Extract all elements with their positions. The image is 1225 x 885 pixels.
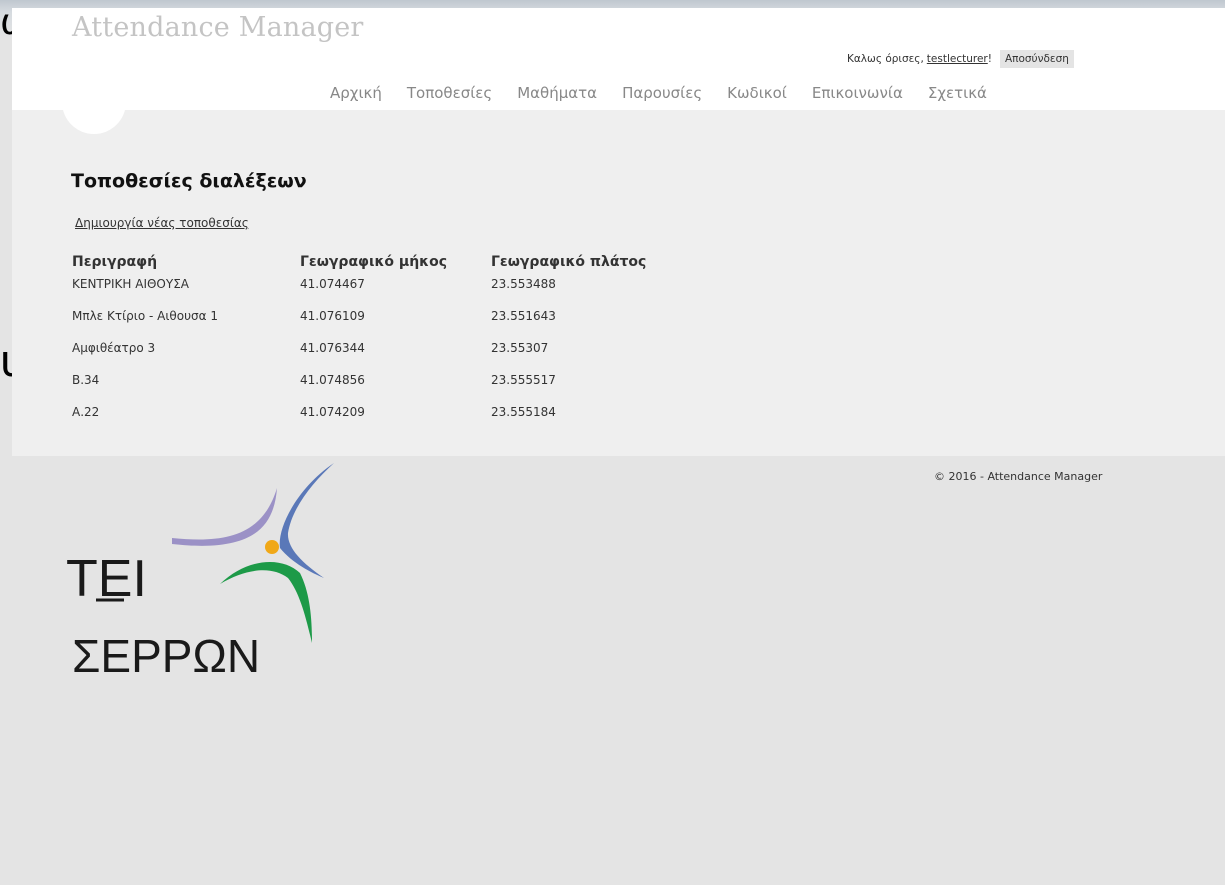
cell-longitude: 41.076109 [300,309,365,323]
logout-button[interactable]: Αποσύνδεση [999,50,1074,68]
cell-latitude: 23.55307 [491,341,549,355]
logo-text-line2: ΣΕΡΡΩΝ [72,630,260,682]
nav-codes[interactable]: Κωδικοί [727,84,787,102]
table-row: Μπλε Κτίριο - Αιθουσα 1 41.076109 23.551… [72,306,691,338]
cell-longitude: 41.074209 [300,405,365,419]
cell-description: Α.22 [72,405,100,419]
header-latitude: Γεωγραφικό πλάτος [491,254,647,270]
table-header-row: Περιγραφή Γεωγραφικό μήκος Γεωγραφικό πλ… [72,254,691,274]
welcome-suffix: ! [987,53,992,65]
table-row: Αμφιθέατρο 3 41.076344 23.55307 [72,338,691,370]
cell-latitude: 23.555517 [491,373,556,387]
logo-swoosh-purple [172,488,277,546]
cell-longitude: 41.074856 [300,373,365,387]
logo-dot [265,540,279,554]
create-location-link[interactable]: Δημιουργία νέας τοποθεσίας [75,216,249,230]
site-header: Attendance Manager Καλως όρισες, testlec… [12,8,1225,110]
cell-latitude: 23.555184 [491,405,556,419]
main-nav: Αρχική Τοποθεσίες Μαθήματα Παρουσίες Κωδ… [330,84,987,102]
cell-description: Μπλε Κτίριο - Αιθουσα 1 [72,309,218,323]
main-content: Τοποθεσίες διαλέξεων Δημιουργία νέας τοπ… [12,70,1225,456]
logo-swoosh-blue [279,463,334,578]
nav-attendance[interactable]: Παρουσίες [622,84,702,102]
welcome-text: Καλως όρισες, [847,53,924,65]
cell-description: Αμφιθέατρο 3 [72,341,156,355]
locations-table: Περιγραφή Γεωγραφικό μήκος Γεωγραφικό πλ… [72,254,691,434]
nav-courses[interactable]: Μαθήματα [517,84,597,102]
header-description: Περιγραφή [72,254,158,270]
page-title: Τοποθεσίες διαλέξεων [71,170,307,192]
copyright-text: © 2016 - Attendance Manager [934,470,1103,483]
login-area: Καλως όρισες, testlecturer! Αποσύνδεση [847,50,1074,68]
cell-latitude: 23.551643 [491,309,556,323]
cell-latitude: 23.553488 [491,277,556,291]
table-row: ΚΕΝΤΡΙΚΗ ΑΙΘΟΥΣΑ 41.074467 23.553488 [72,274,691,306]
username-link[interactable]: testlecturer [927,53,988,65]
cell-longitude: 41.074467 [300,277,365,291]
nav-contact[interactable]: Επικοινωνία [812,84,903,102]
cell-longitude: 41.076344 [300,341,365,355]
table-row: Α.22 41.074209 23.555184 [72,402,691,434]
cell-description: Β.34 [72,373,100,387]
header-longitude: Γεωγραφικό μήκος [300,254,448,270]
table-row: Β.34 41.074856 23.555517 [72,370,691,402]
tei-serres-logo: ΤΕΙ ΣΕΡΡΩΝ [66,463,334,682]
nav-about[interactable]: Σχετικά [928,84,987,102]
cell-description: ΚΕΝΤΡΙΚΗ ΑΙΘΟΥΣΑ [72,277,189,291]
site-title[interactable]: Attendance Manager [72,12,364,43]
nav-home[interactable]: Αρχική [330,84,382,102]
decorative-circle [62,70,126,134]
site-footer: © 2016 - Attendance Manager ΤΕΙ ΣΕΡΡΩΝ [12,456,1225,885]
nav-locations[interactable]: Τοποθεσίες [407,84,492,102]
